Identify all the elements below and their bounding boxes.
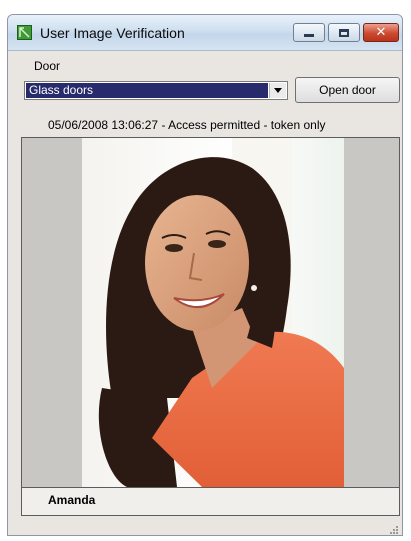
minimize-button[interactable]: [293, 23, 325, 42]
maximize-button[interactable]: [328, 23, 360, 42]
window-title: User Image Verification: [40, 25, 185, 41]
user-photo: [82, 138, 344, 487]
door-label: Door: [34, 59, 61, 73]
dropdown-button[interactable]: [269, 83, 286, 98]
door-select[interactable]: Glass doors: [24, 81, 288, 100]
verification-window: User Image Verification ✕ Door Glass doo…: [7, 14, 403, 536]
close-button[interactable]: ✕: [363, 23, 399, 42]
close-icon: ✕: [375, 25, 387, 40]
user-name: Amanda: [48, 493, 96, 507]
door-select-value: Glass doors: [26, 83, 268, 98]
photo-frame: [21, 137, 400, 488]
app-icon: [17, 25, 32, 40]
minimize-icon: [304, 34, 314, 37]
title-bar[interactable]: User Image Verification ✕: [8, 15, 402, 51]
chevron-down-icon: [274, 88, 282, 93]
resize-grip-icon[interactable]: [389, 522, 399, 534]
maximize-icon: [339, 28, 349, 37]
open-door-button[interactable]: Open door: [295, 77, 400, 103]
user-name-field: Amanda: [21, 488, 400, 516]
event-status: 05/06/2008 13:06:27 - Access permitted -…: [48, 118, 326, 132]
